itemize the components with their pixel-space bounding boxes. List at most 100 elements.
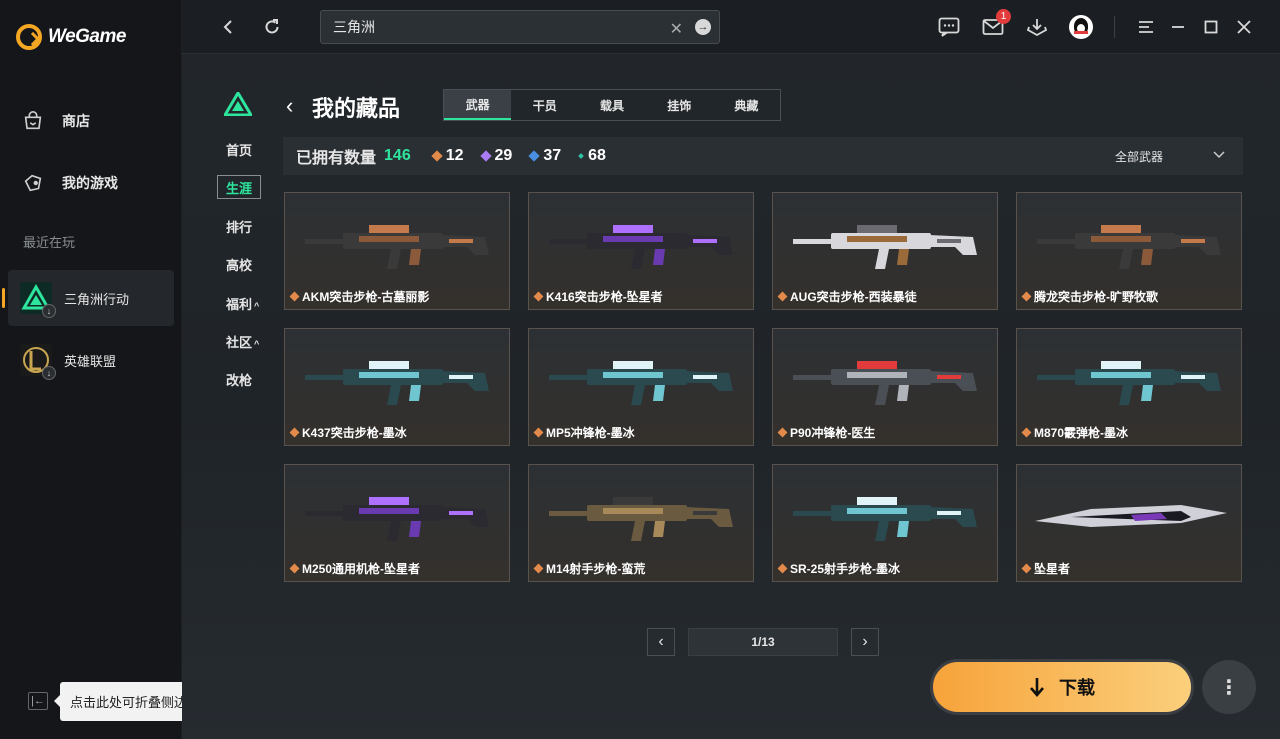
mail-button[interactable]: 1 [981, 9, 1011, 39]
tab-operators[interactable]: 干员 [511, 90, 578, 120]
download-label: 下载 [1059, 678, 1095, 698]
weapon-name-label: MP5冲锋枪-墨冰 [533, 424, 635, 441]
rarity-diamond-icon [533, 563, 544, 574]
weapon-name: 坠星者 [1034, 562, 1071, 576]
weapon-image [305, 497, 489, 541]
collection-back-button[interactable]: ‹ [286, 93, 293, 119]
back-button[interactable] [216, 15, 240, 39]
refresh-icon [265, 19, 279, 34]
weapon-image [1037, 361, 1221, 405]
weapon-name: M14射手步枪-蛮荒 [546, 562, 646, 576]
clear-search-icon[interactable]: ✕ [670, 19, 683, 39]
wegame-logo[interactable]: WeGame [16, 24, 126, 50]
game-nav-home[interactable]: 首页 [226, 140, 252, 159]
chat-button[interactable] [937, 15, 961, 39]
search-input[interactable]: 三角洲 ✕ → [320, 10, 720, 44]
rarity-value: 68 [588, 147, 606, 164]
maximize-icon [1204, 20, 1218, 34]
rarity-value: 37 [543, 147, 562, 164]
sidebar-item-label: 我的游戏 [62, 175, 118, 191]
rarity-diamond-icon [431, 150, 443, 162]
weapon-card[interactable]: P90冲锋枪-医生 [772, 328, 998, 446]
rarity-diamond-icon [289, 291, 300, 302]
rarity-diamond-icon [1021, 427, 1032, 438]
weapon-card[interactable]: AKM突击步枪-古墓丽影 [284, 192, 510, 310]
chevron-down-icon [1213, 151, 1225, 159]
page-title: 我的藏品 [312, 96, 401, 121]
weapon-name-label: 腾龙突击步枪-旷野牧歌 [1021, 288, 1158, 305]
nav-label: 福利 [226, 297, 253, 312]
weapon-card[interactable]: K437突击步枪-墨冰 [284, 328, 510, 446]
rarity-diamond-icon [777, 427, 788, 438]
download-button[interactable]: 下载 [930, 659, 1194, 715]
weapon-card[interactable]: K416突击步枪-坠星者 [528, 192, 754, 310]
weapon-filter-dropdown[interactable]: 全部武器 [1115, 148, 1225, 165]
rarity-diamond-icon [533, 427, 544, 438]
main-content: 三角洲 ✕ → 1 首页 生涯 排行 高校 福利 ^ 社区 ^ 改枪 ‹ 我的藏… [182, 0, 1280, 739]
weapon-card[interactable]: AUG突击步枪-西装暴徒 [772, 192, 998, 310]
search-value: 三角洲 [333, 19, 375, 35]
refresh-button[interactable] [260, 15, 284, 39]
weapon-image [549, 225, 733, 269]
delta-force-logo-icon[interactable] [222, 90, 254, 121]
mail-count-badge: 1 [996, 9, 1011, 24]
sidebar-item-store[interactable]: 商店 [22, 110, 90, 132]
weapon-name-label: SR-25射手步枪-墨冰 [777, 560, 900, 577]
weapon-image [793, 497, 977, 541]
sidebar-game-league-of-legends[interactable]: ↓ 英雄联盟 [8, 332, 174, 388]
rarity-value: 12 [445, 147, 464, 164]
rarity-diamond-icon [289, 563, 300, 574]
game-label: 英雄联盟 [64, 353, 117, 369]
next-page-button[interactable]: › [851, 628, 879, 656]
game-nav-community[interactable]: 社区 ^ [226, 332, 259, 351]
user-avatar[interactable] [1069, 15, 1093, 39]
sidebar-item-my-games[interactable]: 我的游戏 [22, 172, 118, 194]
minimize-button[interactable] [1166, 15, 1190, 39]
avatar-detail [1074, 31, 1088, 34]
tab-weapons[interactable]: 武器 [444, 90, 512, 120]
weapon-name: AUG突击步枪-西装暴徒 [790, 290, 917, 304]
game-nav-college[interactable]: 高校 [226, 255, 252, 274]
rarity-dot-icon [578, 153, 584, 159]
game-nav-gunsmith[interactable]: 改枪 [226, 370, 252, 389]
divider [1114, 16, 1115, 38]
weapon-card[interactable]: M870霰弹枪-墨冰 [1016, 328, 1242, 446]
weapon-card[interactable]: M250通用机枪-坠星者 [284, 464, 510, 582]
weapon-name-label: K416突击步枪-坠星者 [533, 288, 663, 305]
close-button[interactable] [1232, 15, 1256, 39]
menu-icon [1139, 21, 1153, 33]
league-of-legends-icon: ↓ [20, 344, 56, 380]
chevron-right-icon: › [862, 633, 868, 650]
chevron-up-icon: ^ [254, 301, 260, 311]
weapon-name: K416突击步枪-坠星者 [546, 290, 663, 304]
weapon-card[interactable]: SR-25射手步枪-墨冰 [772, 464, 998, 582]
game-nav-ranking[interactable]: 排行 [226, 217, 252, 236]
weapon-card[interactable]: 腾龙突击步枪-旷野牧歌 [1016, 192, 1242, 310]
weapon-card[interactable]: M14射手步枪-蛮荒 [528, 464, 754, 582]
weapon-card[interactable]: 坠星者 [1016, 464, 1242, 582]
weapon-name-label: 坠星者 [1021, 560, 1071, 577]
maximize-button[interactable] [1199, 15, 1223, 39]
tab-charms[interactable]: 挂饰 [646, 90, 713, 120]
game-nav-career[interactable]: 生涯 [217, 175, 261, 199]
rarity-diamond-icon [777, 563, 788, 574]
prev-page-button[interactable]: ‹ [647, 628, 675, 656]
downloads-button[interactable] [1025, 15, 1049, 39]
game-nav-benefits[interactable]: 福利 ^ [226, 294, 259, 313]
chat-icon [938, 17, 960, 37]
weapon-name-label: M870霰弹枪-墨冰 [1021, 424, 1128, 441]
tab-vehicles[interactable]: 载具 [578, 90, 645, 120]
more-options-button[interactable]: ⋮ [1202, 660, 1256, 714]
search-go-icon[interactable]: → [695, 19, 711, 35]
game-label: 三角洲行动 [64, 291, 130, 307]
tab-collectibles[interactable]: 典藏 [713, 90, 780, 120]
weapon-image [793, 225, 977, 269]
sidebar-game-delta-force[interactable]: ↓ 三角洲行动 [2, 270, 174, 326]
weapon-image [793, 361, 977, 405]
menu-button[interactable] [1134, 15, 1158, 39]
rarity-value: 29 [494, 147, 513, 164]
weapon-card[interactable]: MP5冲锋枪-墨冰 [528, 328, 754, 446]
collection-stats-bar: 已拥有数量 146 12 29 37 68 全部武器 [283, 137, 1243, 175]
collapse-sidebar-button[interactable]: |← [28, 692, 48, 710]
weapon-name: 腾龙突击步枪-旷野牧歌 [1034, 290, 1158, 304]
